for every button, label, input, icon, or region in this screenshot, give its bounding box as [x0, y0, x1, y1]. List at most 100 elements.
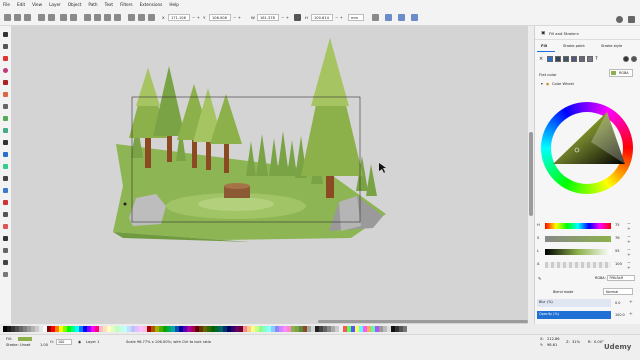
tweak-tool-icon[interactable] — [3, 200, 8, 205]
layer-select[interactable]: Layer 1 — [86, 340, 99, 344]
rotation-value[interactable]: 0.00° — [594, 340, 604, 344]
fill-indicator[interactable] — [18, 337, 32, 341]
pencil-tool-icon[interactable] — [3, 116, 8, 121]
radial-gradient-icon[interactable] — [563, 56, 569, 62]
slider-l[interactable]: L 55 − + — [537, 248, 635, 258]
slider-l-stepper[interactable]: − + — [627, 248, 635, 258]
pages-tool-icon[interactable] — [3, 272, 8, 277]
slider-l-bar[interactable] — [545, 249, 611, 255]
x-input[interactable]: 171.106 — [168, 14, 190, 21]
scale-stroke-icon[interactable] — [372, 14, 379, 21]
opacity-slider[interactable]: Opacity (%) — [537, 311, 611, 319]
pen-tool-icon[interactable] — [3, 128, 8, 133]
h-input[interactable]: 100.614 — [311, 14, 333, 21]
rotate-cw-icon[interactable] — [48, 14, 55, 21]
stroke-width-value[interactable]: 1.00 — [40, 343, 48, 347]
slider-s-bar[interactable] — [545, 236, 611, 242]
slider-a-stepper[interactable]: − + — [627, 261, 635, 271]
flip-vertical-icon[interactable] — [70, 14, 77, 21]
rectangle-tool-icon[interactable] — [3, 56, 8, 61]
distribute-icon[interactable] — [138, 14, 145, 21]
opacity-input[interactable]: 100 — [56, 339, 72, 345]
spiral-tool-icon[interactable] — [3, 104, 8, 109]
ellipse-tool-icon[interactable] — [3, 68, 8, 73]
stroke-value[interactable]: Unset — [20, 343, 30, 347]
linear-gradient-icon[interactable] — [555, 56, 561, 62]
forest-illustration[interactable] — [11, 26, 528, 324]
select-all-icon[interactable] — [4, 14, 11, 21]
drawing-canvas[interactable] — [11, 26, 528, 324]
menu-text[interactable]: Text — [105, 2, 113, 7]
rotate-ccw-icon[interactable] — [38, 14, 45, 21]
expander-icon[interactable]: ▾ — [541, 82, 543, 86]
subtab-fill[interactable]: Fill — [541, 44, 547, 48]
w-input[interactable]: 161.378 — [257, 14, 279, 21]
color-wheel[interactable] — [541, 102, 633, 194]
zoom-tool-icon[interactable] — [3, 260, 8, 265]
menu-extensions[interactable]: Extensions — [140, 2, 163, 7]
connector-tool-icon[interactable] — [3, 236, 8, 241]
transform-icon[interactable] — [148, 14, 155, 21]
pattern-icon[interactable] — [579, 56, 585, 62]
mesh-tool-icon[interactable] — [3, 164, 8, 169]
menu-object[interactable]: Object — [68, 2, 82, 7]
x-stepper[interactable]: − + — [192, 15, 200, 20]
star-tool-icon[interactable] — [3, 92, 8, 97]
unset-icon[interactable]: ? — [595, 56, 601, 62]
gradient-tool-icon[interactable] — [3, 152, 8, 157]
slider-h-stepper[interactable]: − + — [627, 222, 635, 232]
slider-h-value[interactable]: 75 — [615, 223, 620, 227]
menu-help[interactable]: Help — [169, 2, 179, 7]
flip-horizontal-icon[interactable] — [60, 14, 67, 21]
subtab-stroke-paint[interactable]: Stroke paint — [563, 44, 585, 48]
menu-layer[interactable]: Layer — [49, 2, 61, 7]
deselect-icon[interactable] — [24, 14, 31, 21]
swatch-icon[interactable] — [587, 56, 593, 62]
blur-stepper[interactable]: + — [629, 300, 633, 305]
vertical-scroll-thumb[interactable] — [529, 132, 533, 216]
w-stepper[interactable]: − + — [281, 15, 289, 20]
blur-slider[interactable]: Blur (%) — [537, 299, 611, 307]
y-stepper[interactable]: − + — [233, 15, 241, 20]
node-tool-icon[interactable] — [3, 44, 8, 49]
slider-a-bar[interactable] — [545, 262, 611, 268]
move-gradients-icon[interactable] — [398, 14, 405, 21]
snap-icon[interactable] — [628, 16, 635, 23]
slider-a[interactable]: A 100 − + — [537, 261, 635, 271]
slider-s-value[interactable]: 76 — [615, 236, 620, 240]
slider-h[interactable]: H 75 − + — [537, 222, 635, 232]
lower-to-bottom-icon[interactable] — [114, 14, 121, 21]
panel-tab-title[interactable]: Fill and Stroke — [549, 31, 576, 36]
no-paint-icon[interactable]: × — [539, 56, 545, 62]
fill-rule-evenodd-icon[interactable] — [623, 56, 629, 62]
opacity-value[interactable]: 100.0 — [615, 313, 625, 317]
measure-tool-icon[interactable] — [3, 248, 8, 253]
scale-corners-icon[interactable] — [385, 14, 392, 21]
dropper-tool-icon[interactable] — [3, 176, 8, 181]
slider-s-stepper[interactable]: − + — [627, 235, 635, 245]
zoom-value[interactable]: 31% — [572, 340, 580, 344]
slider-a-value[interactable]: 100 — [615, 262, 622, 266]
box3d-tool-icon[interactable] — [3, 80, 8, 85]
close-tab-icon[interactable]: × — [576, 31, 579, 36]
blend-mode-select[interactable]: Normal — [603, 288, 633, 295]
slider-l-value[interactable]: 55 — [615, 249, 620, 253]
mesh-gradient-icon[interactable] — [571, 56, 577, 62]
lower-icon[interactable] — [104, 14, 111, 21]
align-icon[interactable] — [128, 14, 135, 21]
text-tool-icon[interactable] — [3, 140, 8, 145]
blur-value[interactable]: 0.0 — [615, 301, 620, 305]
display-mode-icon[interactable] — [616, 16, 623, 23]
menu-file[interactable]: File — [3, 2, 10, 7]
menu-view[interactable]: View — [32, 2, 42, 7]
raise-to-top-icon[interactable] — [84, 14, 91, 21]
color-triangle[interactable] — [541, 102, 633, 194]
flat-color-icon[interactable] — [547, 56, 553, 62]
menu-edit[interactable]: Edit — [17, 2, 25, 7]
layer-visibility-icon[interactable]: ◉ — [78, 340, 81, 344]
h-stepper[interactable]: − + — [335, 15, 343, 20]
spray-tool-icon[interactable] — [3, 212, 8, 217]
palette-swatch[interactable] — [403, 326, 407, 332]
horizontal-scroll-thumb[interactable] — [318, 320, 528, 323]
rgba-input[interactable]: 7f9b3aff — [607, 275, 635, 281]
